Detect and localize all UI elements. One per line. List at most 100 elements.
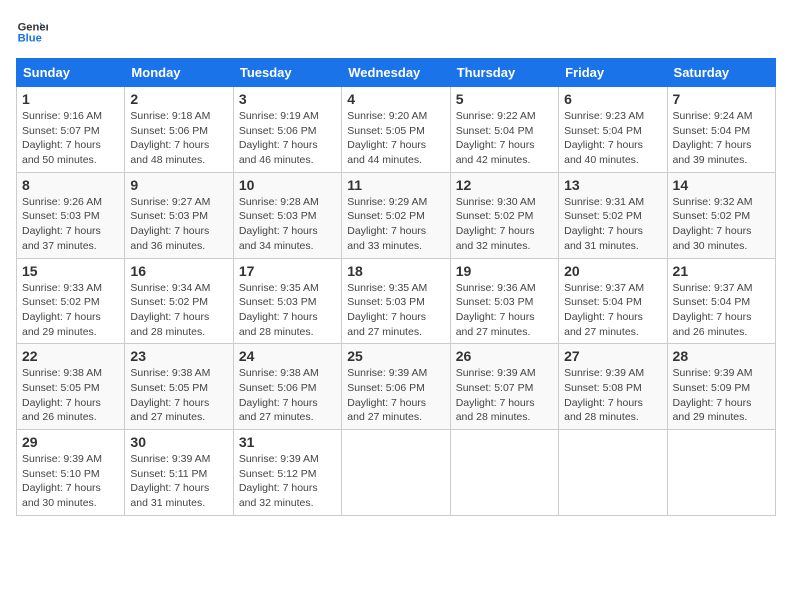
day-number: 24 bbox=[239, 348, 336, 364]
calendar-week-3: 15 Sunrise: 9:33 AM Sunset: 5:02 PM Dayl… bbox=[17, 258, 776, 344]
day-header-saturday: Saturday bbox=[667, 59, 775, 87]
day-info: Sunrise: 9:30 AM Sunset: 5:02 PM Dayligh… bbox=[456, 195, 553, 254]
day-info: Sunrise: 9:39 AM Sunset: 5:08 PM Dayligh… bbox=[564, 366, 661, 425]
calendar-week-2: 8 Sunrise: 9:26 AM Sunset: 5:03 PM Dayli… bbox=[17, 172, 776, 258]
calendar-cell: 18 Sunrise: 9:35 AM Sunset: 5:03 PM Dayl… bbox=[342, 258, 450, 344]
calendar-week-1: 1 Sunrise: 9:16 AM Sunset: 5:07 PM Dayli… bbox=[17, 87, 776, 173]
day-info: Sunrise: 9:32 AM Sunset: 5:02 PM Dayligh… bbox=[673, 195, 770, 254]
calendar-cell: 22 Sunrise: 9:38 AM Sunset: 5:05 PM Dayl… bbox=[17, 344, 125, 430]
day-info: Sunrise: 9:37 AM Sunset: 5:04 PM Dayligh… bbox=[564, 281, 661, 340]
calendar-week-5: 29 Sunrise: 9:39 AM Sunset: 5:10 PM Dayl… bbox=[17, 430, 776, 516]
day-number: 13 bbox=[564, 177, 661, 193]
calendar-cell: 24 Sunrise: 9:38 AM Sunset: 5:06 PM Dayl… bbox=[233, 344, 341, 430]
day-header-tuesday: Tuesday bbox=[233, 59, 341, 87]
calendar-cell: 23 Sunrise: 9:38 AM Sunset: 5:05 PM Dayl… bbox=[125, 344, 233, 430]
day-info: Sunrise: 9:38 AM Sunset: 5:05 PM Dayligh… bbox=[130, 366, 227, 425]
day-info: Sunrise: 9:37 AM Sunset: 5:04 PM Dayligh… bbox=[673, 281, 770, 340]
day-number: 25 bbox=[347, 348, 444, 364]
calendar-cell bbox=[342, 430, 450, 516]
calendar-cell: 12 Sunrise: 9:30 AM Sunset: 5:02 PM Dayl… bbox=[450, 172, 558, 258]
day-number: 17 bbox=[239, 263, 336, 279]
calendar-cell: 10 Sunrise: 9:28 AM Sunset: 5:03 PM Dayl… bbox=[233, 172, 341, 258]
day-number: 2 bbox=[130, 91, 227, 107]
day-info: Sunrise: 9:34 AM Sunset: 5:02 PM Dayligh… bbox=[130, 281, 227, 340]
calendar-cell: 21 Sunrise: 9:37 AM Sunset: 5:04 PM Dayl… bbox=[667, 258, 775, 344]
calendar-cell: 7 Sunrise: 9:24 AM Sunset: 5:04 PM Dayli… bbox=[667, 87, 775, 173]
day-header-friday: Friday bbox=[559, 59, 667, 87]
day-number: 18 bbox=[347, 263, 444, 279]
calendar-cell: 20 Sunrise: 9:37 AM Sunset: 5:04 PM Dayl… bbox=[559, 258, 667, 344]
svg-text:General: General bbox=[18, 21, 48, 33]
day-number: 15 bbox=[22, 263, 119, 279]
day-number: 7 bbox=[673, 91, 770, 107]
calendar-header-row: SundayMondayTuesdayWednesdayThursdayFrid… bbox=[17, 59, 776, 87]
day-info: Sunrise: 9:22 AM Sunset: 5:04 PM Dayligh… bbox=[456, 109, 553, 168]
calendar-cell: 26 Sunrise: 9:39 AM Sunset: 5:07 PM Dayl… bbox=[450, 344, 558, 430]
day-number: 21 bbox=[673, 263, 770, 279]
day-number: 3 bbox=[239, 91, 336, 107]
day-number: 14 bbox=[673, 177, 770, 193]
day-number: 27 bbox=[564, 348, 661, 364]
day-info: Sunrise: 9:39 AM Sunset: 5:10 PM Dayligh… bbox=[22, 452, 119, 511]
day-info: Sunrise: 9:16 AM Sunset: 5:07 PM Dayligh… bbox=[22, 109, 119, 168]
calendar-cell: 5 Sunrise: 9:22 AM Sunset: 5:04 PM Dayli… bbox=[450, 87, 558, 173]
day-info: Sunrise: 9:26 AM Sunset: 5:03 PM Dayligh… bbox=[22, 195, 119, 254]
day-info: Sunrise: 9:18 AM Sunset: 5:06 PM Dayligh… bbox=[130, 109, 227, 168]
day-number: 6 bbox=[564, 91, 661, 107]
day-number: 10 bbox=[239, 177, 336, 193]
day-number: 23 bbox=[130, 348, 227, 364]
calendar-cell: 9 Sunrise: 9:27 AM Sunset: 5:03 PM Dayli… bbox=[125, 172, 233, 258]
calendar-cell: 14 Sunrise: 9:32 AM Sunset: 5:02 PM Dayl… bbox=[667, 172, 775, 258]
day-info: Sunrise: 9:19 AM Sunset: 5:06 PM Dayligh… bbox=[239, 109, 336, 168]
calendar-cell: 28 Sunrise: 9:39 AM Sunset: 5:09 PM Dayl… bbox=[667, 344, 775, 430]
day-info: Sunrise: 9:35 AM Sunset: 5:03 PM Dayligh… bbox=[347, 281, 444, 340]
calendar-cell: 2 Sunrise: 9:18 AM Sunset: 5:06 PM Dayli… bbox=[125, 87, 233, 173]
day-number: 31 bbox=[239, 434, 336, 450]
day-info: Sunrise: 9:27 AM Sunset: 5:03 PM Dayligh… bbox=[130, 195, 227, 254]
calendar-cell: 1 Sunrise: 9:16 AM Sunset: 5:07 PM Dayli… bbox=[17, 87, 125, 173]
day-info: Sunrise: 9:24 AM Sunset: 5:04 PM Dayligh… bbox=[673, 109, 770, 168]
day-header-thursday: Thursday bbox=[450, 59, 558, 87]
calendar-cell: 31 Sunrise: 9:39 AM Sunset: 5:12 PM Dayl… bbox=[233, 430, 341, 516]
day-number: 1 bbox=[22, 91, 119, 107]
day-info: Sunrise: 9:31 AM Sunset: 5:02 PM Dayligh… bbox=[564, 195, 661, 254]
day-header-monday: Monday bbox=[125, 59, 233, 87]
day-info: Sunrise: 9:39 AM Sunset: 5:07 PM Dayligh… bbox=[456, 366, 553, 425]
calendar-cell bbox=[559, 430, 667, 516]
day-info: Sunrise: 9:23 AM Sunset: 5:04 PM Dayligh… bbox=[564, 109, 661, 168]
day-number: 8 bbox=[22, 177, 119, 193]
day-info: Sunrise: 9:33 AM Sunset: 5:02 PM Dayligh… bbox=[22, 281, 119, 340]
day-info: Sunrise: 9:35 AM Sunset: 5:03 PM Dayligh… bbox=[239, 281, 336, 340]
calendar-table: SundayMondayTuesdayWednesdayThursdayFrid… bbox=[16, 58, 776, 516]
day-info: Sunrise: 9:39 AM Sunset: 5:11 PM Dayligh… bbox=[130, 452, 227, 511]
day-number: 30 bbox=[130, 434, 227, 450]
logo-icon: General Blue bbox=[16, 16, 48, 48]
day-number: 28 bbox=[673, 348, 770, 364]
day-number: 19 bbox=[456, 263, 553, 279]
day-number: 26 bbox=[456, 348, 553, 364]
day-info: Sunrise: 9:39 AM Sunset: 5:12 PM Dayligh… bbox=[239, 452, 336, 511]
day-info: Sunrise: 9:36 AM Sunset: 5:03 PM Dayligh… bbox=[456, 281, 553, 340]
day-info: Sunrise: 9:38 AM Sunset: 5:06 PM Dayligh… bbox=[239, 366, 336, 425]
calendar-cell: 27 Sunrise: 9:39 AM Sunset: 5:08 PM Dayl… bbox=[559, 344, 667, 430]
day-number: 22 bbox=[22, 348, 119, 364]
day-info: Sunrise: 9:29 AM Sunset: 5:02 PM Dayligh… bbox=[347, 195, 444, 254]
calendar-cell bbox=[667, 430, 775, 516]
calendar-cell: 11 Sunrise: 9:29 AM Sunset: 5:02 PM Dayl… bbox=[342, 172, 450, 258]
day-info: Sunrise: 9:20 AM Sunset: 5:05 PM Dayligh… bbox=[347, 109, 444, 168]
day-header-sunday: Sunday bbox=[17, 59, 125, 87]
calendar-cell: 6 Sunrise: 9:23 AM Sunset: 5:04 PM Dayli… bbox=[559, 87, 667, 173]
calendar-cell: 16 Sunrise: 9:34 AM Sunset: 5:02 PM Dayl… bbox=[125, 258, 233, 344]
calendar-cell: 8 Sunrise: 9:26 AM Sunset: 5:03 PM Dayli… bbox=[17, 172, 125, 258]
day-info: Sunrise: 9:39 AM Sunset: 5:06 PM Dayligh… bbox=[347, 366, 444, 425]
day-number: 16 bbox=[130, 263, 227, 279]
calendar-cell: 29 Sunrise: 9:39 AM Sunset: 5:10 PM Dayl… bbox=[17, 430, 125, 516]
calendar-cell: 13 Sunrise: 9:31 AM Sunset: 5:02 PM Dayl… bbox=[559, 172, 667, 258]
calendar-cell: 15 Sunrise: 9:33 AM Sunset: 5:02 PM Dayl… bbox=[17, 258, 125, 344]
calendar-cell: 19 Sunrise: 9:36 AM Sunset: 5:03 PM Dayl… bbox=[450, 258, 558, 344]
calendar-cell: 4 Sunrise: 9:20 AM Sunset: 5:05 PM Dayli… bbox=[342, 87, 450, 173]
logo: General Blue bbox=[16, 16, 52, 48]
day-info: Sunrise: 9:39 AM Sunset: 5:09 PM Dayligh… bbox=[673, 366, 770, 425]
svg-text:Blue: Blue bbox=[18, 33, 42, 45]
day-number: 4 bbox=[347, 91, 444, 107]
